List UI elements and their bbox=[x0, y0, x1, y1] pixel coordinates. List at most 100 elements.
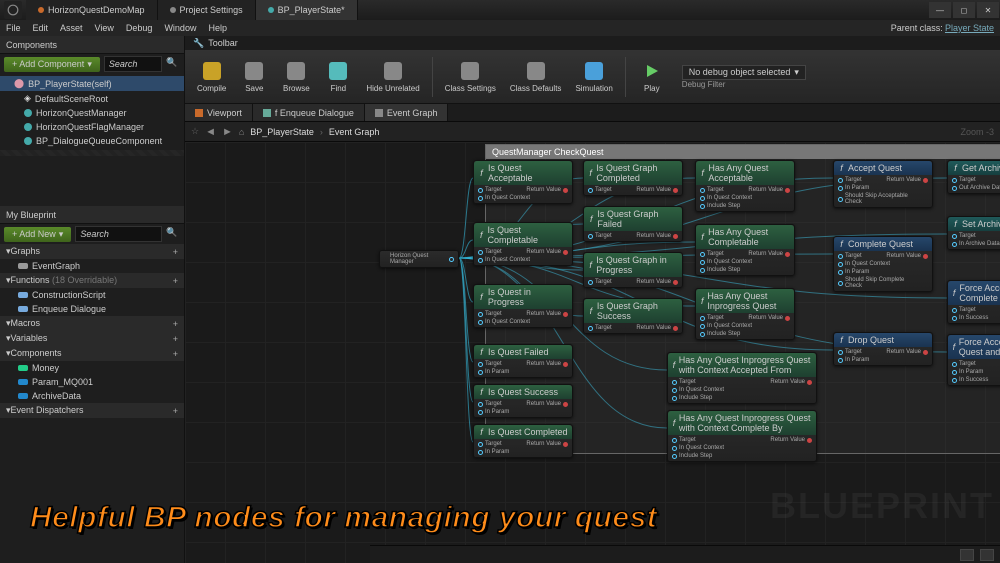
node-header[interactable]: fHas Any Quest Acceptable bbox=[696, 161, 794, 185]
input-pin[interactable]: Include Step bbox=[700, 267, 740, 273]
bp-node[interactable]: fIs Quest CompletedTargetReturn ValueIn … bbox=[473, 424, 573, 458]
find-panel-button[interactable] bbox=[980, 549, 994, 561]
node-header[interactable]: fIs Quest Completed bbox=[474, 425, 572, 439]
menu-item[interactable]: File bbox=[6, 23, 21, 33]
comment-title[interactable]: QuestManager CheckQuest bbox=[486, 145, 1000, 159]
breadcrumb-root[interactable]: BP_PlayerState bbox=[250, 127, 314, 137]
output-pin[interactable]: Return Value bbox=[770, 379, 812, 385]
input-pin[interactable]: In Param bbox=[838, 357, 869, 363]
components-panel-header[interactable]: Components bbox=[0, 36, 184, 54]
output-pin[interactable]: Return Value bbox=[748, 187, 790, 193]
window-maximize-button[interactable]: ◻ bbox=[953, 2, 975, 18]
input-pin[interactable]: Target bbox=[588, 279, 612, 285]
category-item[interactable]: ConstructionScript bbox=[0, 288, 184, 302]
output-pin[interactable]: Return Value bbox=[636, 279, 678, 285]
menu-item[interactable]: Help bbox=[208, 23, 227, 33]
results-panel-button[interactable] bbox=[960, 549, 974, 561]
nav-back-button[interactable]: ◄ bbox=[205, 126, 216, 138]
input-pin[interactable]: In Success bbox=[952, 377, 988, 383]
input-pin[interactable]: Target bbox=[952, 233, 976, 239]
input-pin[interactable]: Target bbox=[838, 253, 862, 259]
menu-item[interactable]: Debug bbox=[126, 23, 153, 33]
bp-node[interactable]: fIs Quest CompletableTargetReturn ValueI… bbox=[473, 222, 573, 266]
input-pin[interactable]: Target bbox=[478, 249, 502, 255]
node-header[interactable]: fIs Quest Failed bbox=[474, 345, 572, 359]
toolbar-button[interactable]: Play bbox=[632, 53, 672, 101]
input-pin[interactable]: Target bbox=[952, 307, 976, 313]
input-pin[interactable]: In Param bbox=[838, 269, 869, 275]
debug-object-selector[interactable]: No debug object selected▾ bbox=[682, 65, 806, 80]
node-header[interactable]: fIs Quest Graph Failed bbox=[584, 207, 682, 231]
input-pin[interactable]: Include Step bbox=[700, 203, 740, 209]
bp-node[interactable]: fComplete QuestTargetReturn ValueIn Ques… bbox=[833, 236, 933, 292]
bp-node[interactable]: fForce Accept Complete Quest and Depende… bbox=[947, 334, 1000, 386]
input-pin[interactable]: In Archive Data bbox=[952, 241, 1000, 247]
title-tab[interactable]: Project Settings bbox=[158, 0, 256, 20]
node-header[interactable]: fAccept Quest bbox=[834, 161, 932, 175]
input-pin[interactable]: Include Step bbox=[700, 331, 740, 337]
component-self[interactable]: ⬤BP_PlayerState(self) bbox=[0, 76, 184, 91]
output-pin[interactable]: Return Value bbox=[526, 311, 568, 317]
bp-node[interactable]: fSet Archive DataTargetReturn ValueIn Ar… bbox=[947, 216, 1000, 250]
input-pin[interactable]: Target bbox=[478, 361, 502, 367]
node-header[interactable]: fHas Any Quest Inprogress Quest bbox=[696, 289, 794, 313]
input-pin[interactable]: In Quest Context bbox=[478, 195, 530, 201]
bp-node[interactable]: fGet Archive DataTargetReturn ValueOut A… bbox=[947, 160, 1000, 194]
input-pin[interactable]: Target bbox=[952, 361, 976, 367]
node-header[interactable]: fGet Archive Data bbox=[948, 161, 1000, 175]
component-item[interactable]: HorizonQuestManager bbox=[0, 106, 184, 120]
input-pin[interactable]: Should Skip Complete Check bbox=[838, 277, 922, 289]
toolbar-button[interactable]: Simulation bbox=[569, 53, 618, 101]
input-pin[interactable]: Target bbox=[700, 251, 724, 257]
add-icon[interactable]: + bbox=[173, 276, 178, 286]
toolbar-button[interactable]: Class Settings bbox=[439, 53, 502, 101]
input-pin[interactable]: Out Archive Data bbox=[952, 185, 1000, 191]
node-header[interactable]: fDrop Quest bbox=[834, 333, 932, 347]
bp-node[interactable]: fAccept QuestTargetReturn ValueIn ParamS… bbox=[833, 160, 933, 208]
category-header[interactable]: ▾Functions (18 Overridable)+ bbox=[0, 273, 184, 288]
node-header[interactable]: fSet Archive Data bbox=[948, 217, 1000, 231]
myblueprint-search-input[interactable]: Search bbox=[75, 226, 162, 242]
input-pin[interactable]: Include Step bbox=[672, 395, 712, 401]
bp-node[interactable]: fIs Quest in Progress Target Return Value I… bbox=[473, 284, 573, 328]
bp-node[interactable]: fIs Quest Graph CompletedTargetReturn Va… bbox=[583, 160, 683, 196]
node-header[interactable]: fComplete Quest bbox=[834, 237, 932, 251]
toolbar-button[interactable]: Class Defaults bbox=[504, 53, 568, 101]
input-pin[interactable]: In Param bbox=[838, 185, 869, 191]
output-pin[interactable]: Return Value bbox=[886, 349, 928, 355]
input-pin[interactable]: In Success bbox=[952, 315, 988, 321]
bp-node[interactable]: fDrop QuestTargetReturn ValueIn Param bbox=[833, 332, 933, 366]
component-item[interactable]: HorizonQuestFlagManager bbox=[0, 120, 184, 134]
input-pin[interactable]: Target bbox=[478, 311, 502, 317]
output-pin[interactable]: Horizon Quest Manager bbox=[390, 253, 454, 265]
input-pin[interactable]: Include Step bbox=[672, 453, 712, 459]
menu-item[interactable]: Window bbox=[164, 23, 196, 33]
input-pin[interactable]: Target bbox=[588, 325, 612, 331]
category-header[interactable]: ▾Macros+ bbox=[0, 316, 184, 331]
add-component-button[interactable]: + Add Component▾ bbox=[4, 57, 100, 72]
event-graph-canvas[interactable]: BLUEPRINT QuestManager CheckQuestHorizon… bbox=[185, 142, 1000, 563]
node-header[interactable]: fIs Quest in Progress bbox=[474, 285, 572, 309]
bp-node[interactable]: fHas Any Quest CompletableTargetReturn V… bbox=[695, 224, 795, 276]
input-pin[interactable]: Target bbox=[838, 177, 862, 183]
toolbar-button[interactable]: Find bbox=[318, 53, 358, 101]
output-pin[interactable]: Return Value bbox=[886, 253, 928, 259]
input-pin[interactable]: In Param bbox=[478, 449, 509, 455]
input-pin[interactable]: Target bbox=[700, 187, 724, 193]
input-pin[interactable]: In Param bbox=[952, 369, 983, 375]
category-header[interactable]: ▾Graphs+ bbox=[0, 244, 184, 259]
node-header[interactable]: fIs Quest Graph Completed bbox=[584, 161, 682, 185]
toolbar-button[interactable]: Browse bbox=[276, 53, 316, 101]
output-pin[interactable]: Return Value bbox=[526, 249, 568, 255]
input-pin[interactable]: Target bbox=[478, 187, 502, 193]
favorite-icon[interactable]: ☆ bbox=[191, 126, 199, 137]
input-pin[interactable]: In Quest Context bbox=[478, 319, 530, 325]
bp-node[interactable]: Horizon Quest Manager bbox=[379, 250, 459, 268]
menu-item[interactable]: View bbox=[95, 23, 114, 33]
bp-node[interactable]: fHas Any Quest Inprogress Quest with Con… bbox=[667, 352, 817, 404]
category-item[interactable]: Enqueue Dialogue bbox=[0, 302, 184, 316]
myblueprint-panel-header[interactable]: My Blueprint bbox=[0, 206, 184, 224]
node-header[interactable]: fIs Quest Graph Success bbox=[584, 299, 682, 323]
category-item[interactable]: ArchiveData bbox=[0, 389, 184, 403]
components-search-input[interactable]: Search bbox=[104, 56, 162, 72]
